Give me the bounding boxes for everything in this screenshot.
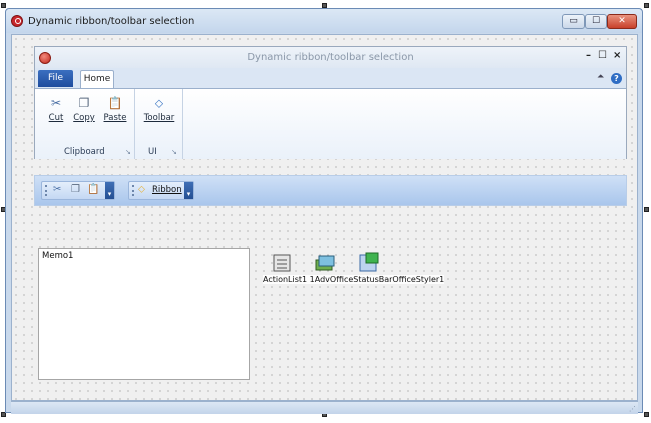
clipboard-launcher-icon[interactable]: ↘: [125, 148, 131, 156]
toolbar-options-chevron-icon[interactable]: ▾: [184, 182, 193, 199]
toolbar-dock: ✂ ❐ 📋 ▾ ⬦ Ribbon ▾: [34, 175, 627, 206]
tab-file[interactable]: File: [38, 70, 73, 87]
selection-handle[interactable]: [644, 412, 649, 417]
clipboard-toolbar: ✂ ❐ 📋 ▾: [41, 181, 115, 200]
app-icon: [11, 15, 23, 27]
toolbar-paste-icon[interactable]: 📋: [87, 184, 99, 195]
office-styler-component[interactable]: [356, 252, 380, 274]
minimize-button[interactable]: ▭: [562, 14, 585, 29]
maximize-button[interactable]: ☐: [585, 14, 607, 29]
ribbon-form-title: Dynamic ribbon/toolbar selection: [247, 52, 414, 63]
group-clipboard: ✂ Cut ❐ Copy 📋 Paste Clipboard ↘: [41, 89, 135, 159]
status-bar-component[interactable]: [313, 252, 337, 274]
selection-handle[interactable]: [644, 207, 649, 212]
scissors-icon: ✂: [50, 96, 62, 110]
copy-icon: ❐: [78, 96, 90, 110]
toolbar-cut-icon[interactable]: ✂: [53, 184, 61, 195]
ui-group-label: UI: [148, 147, 157, 157]
ribbon-form-title-bar[interactable]: Dynamic ribbon/toolbar selection – ☐ ×: [35, 47, 626, 68]
memo-text: Memo1: [42, 251, 74, 261]
ribbon-body: ✂ Cut ❐ Copy 📋 Paste Clipboard ↘ ⬦ Toolb…: [35, 88, 626, 159]
ribbon-close-button[interactable]: ×: [613, 50, 621, 61]
toolbar-options-chevron-icon[interactable]: ▾: [105, 182, 114, 199]
component-captions: ActionList1 1AdvOfficeStatusBarOfficeSty…: [263, 275, 445, 284]
office-styler-icon: [359, 252, 379, 272]
action-list-icon: [273, 254, 291, 272]
ui-toolbar: ⬦ Ribbon ▾: [128, 181, 194, 200]
copy-label: Copy: [73, 113, 95, 123]
selection-handle[interactable]: [1, 3, 6, 8]
paste-icon: 📋: [107, 96, 123, 110]
outer-window-title: Dynamic ribbon/toolbar selection: [28, 16, 195, 27]
close-button[interactable]: ✕: [607, 14, 637, 29]
help-icon[interactable]: ?: [611, 73, 622, 84]
maximize-icon: ☐: [591, 16, 601, 26]
ribbon-toggle-icon: ⬦: [138, 184, 145, 195]
cut-button[interactable]: ✂ Cut: [45, 96, 67, 123]
memo-box[interactable]: Memo1: [38, 248, 250, 380]
toolbar-label: Toolbar: [143, 113, 175, 123]
paste-label: Paste: [103, 113, 127, 123]
tab-home[interactable]: Home: [80, 70, 114, 88]
ui-launcher-icon[interactable]: ↘: [171, 148, 177, 156]
status-bar: ⋰: [11, 401, 638, 414]
ribbon-maximize-button[interactable]: ☐: [598, 50, 607, 61]
group-ui: ⬦ Toolbar UI ↘: [135, 89, 183, 159]
ribbon-minimize-button[interactable]: –: [586, 50, 591, 61]
minimize-icon: ▭: [569, 16, 578, 26]
paste-button[interactable]: 📋 Paste: [101, 96, 129, 123]
copy-button[interactable]: ❐ Copy: [71, 96, 97, 123]
action-list-component[interactable]: [270, 252, 294, 274]
form-designer-surface: Dynamic ribbon/toolbar selection ▭ ☐ ✕ ⋰…: [0, 0, 651, 423]
toolbar-copy-icon[interactable]: ❐: [71, 184, 80, 195]
collapse-ribbon-icon[interactable]: ⏶: [597, 72, 604, 82]
outer-title-bar[interactable]: Dynamic ribbon/toolbar selection ▭ ☐ ✕: [6, 9, 642, 33]
toolbar-grip-icon[interactable]: [45, 185, 49, 196]
toolbar-button[interactable]: ⬦ Toolbar: [141, 96, 177, 123]
status-bar-component-icon: [315, 255, 335, 271]
toolbar-grip-icon[interactable]: [132, 185, 136, 196]
ribbon-tabs: File Home ⏶ ?: [35, 68, 626, 88]
size-grip-icon[interactable]: ⋰: [629, 405, 636, 413]
cut-label: Cut: [48, 113, 64, 123]
ribbon-form: Dynamic ribbon/toolbar selection – ☐ × F…: [34, 46, 627, 159]
clipboard-group-label: Clipboard: [64, 147, 105, 157]
close-icon: ✕: [618, 16, 626, 26]
selection-handle[interactable]: [644, 3, 649, 8]
ribbon-button[interactable]: Ribbon: [152, 185, 182, 195]
eraser-icon: ⬦: [154, 96, 164, 110]
